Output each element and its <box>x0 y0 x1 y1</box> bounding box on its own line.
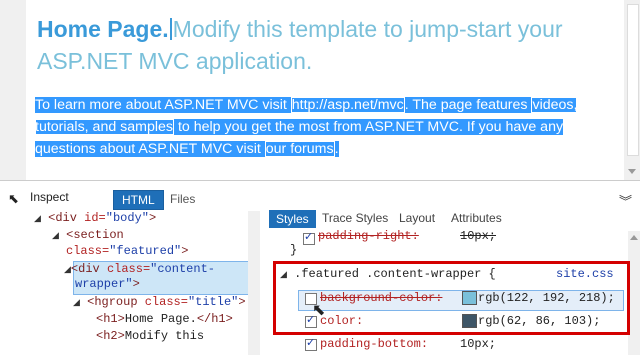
prop-padding-bottom: padding-bottom: <box>320 337 429 351</box>
collapse-icon[interactable]: ︾ <box>619 191 632 210</box>
para-text: . <box>334 141 339 157</box>
dom-node-h1[interactable]: <h1>Home Page.</h1> <box>96 312 233 327</box>
para-text: . The page features <box>404 97 532 113</box>
tab-layout[interactable]: Layout <box>399 211 435 225</box>
preview-scrollbar[interactable] <box>624 0 640 180</box>
page-preview: Home Page. Modify this template to jump-s… <box>0 0 640 180</box>
scroll-thumb[interactable] <box>627 4 639 156</box>
scroll-up-icon[interactable] <box>630 235 638 240</box>
intro-paragraph: To learn more about ASP.NET MVC visit ht… <box>35 94 621 160</box>
dom-node-content-wrapper[interactable]: ◢<div class="content- <box>64 262 215 278</box>
dom-node-h2[interactable]: <h2>Modify this <box>96 329 204 344</box>
tab-styles[interactable]: Styles <box>269 210 316 228</box>
mouse-pointer-icon: ⬉ <box>312 300 326 319</box>
para-text: To learn more about ASP.NET MVC visit <box>35 97 291 113</box>
link-forums[interactable]: our forums <box>264 141 335 157</box>
val-padding-right: 10px; <box>460 229 497 243</box>
dom-node-body[interactable]: ◢ <div id="body"> <box>34 211 156 227</box>
dom-node-section-attr: class="featured"> <box>66 244 189 258</box>
devtools-toolbar: ⬉ Inspect HTML Files ︾ <box>0 187 640 210</box>
dom-scrollbar[interactable] <box>248 211 260 355</box>
inspect-cursor-icon: ⬉ <box>8 191 19 206</box>
tab-trace-styles[interactable]: Trace Styles <box>322 211 388 225</box>
scroll-down-icon[interactable] <box>628 169 636 174</box>
checkbox-padding-bottom[interactable] <box>305 336 317 351</box>
inspect-button[interactable]: ⬉ Inspect <box>8 190 69 206</box>
annotation-red-box <box>273 261 630 335</box>
checkbox-padding-right[interactable] <box>303 230 315 245</box>
prop-padding-right: padding-right: <box>318 229 419 243</box>
link-asp-net[interactable]: http://asp.net/mvc <box>290 97 405 113</box>
tab-html[interactable]: HTML <box>113 190 164 210</box>
text-caret <box>169 18 172 40</box>
val-padding-bottom: 10px; <box>460 337 497 351</box>
tab-attributes[interactable]: Attributes <box>451 211 502 225</box>
page-heading: Home Page. Modify this template to jump-s… <box>37 13 597 77</box>
rule-close-brace: } <box>290 243 298 257</box>
inspect-label: Inspect <box>30 190 69 204</box>
dom-node-section[interactable]: ◢ <section <box>52 228 124 244</box>
dom-node-hgroup[interactable]: ◢ <hgroup class="title"> <box>73 295 246 311</box>
tab-files[interactable]: Files <box>170 192 195 206</box>
styles-tabbar: Styles Trace Styles Layout Attributes <box>266 210 640 229</box>
heading-title: Home Page. <box>37 16 169 42</box>
featured-content: Home Page. Modify this template to jump-s… <box>26 0 624 180</box>
dom-node-content-wrapper-cont: wrapper"> <box>75 277 140 291</box>
dom-tree: ◢ <div id="body"> ◢ <section class="feat… <box>0 211 260 355</box>
